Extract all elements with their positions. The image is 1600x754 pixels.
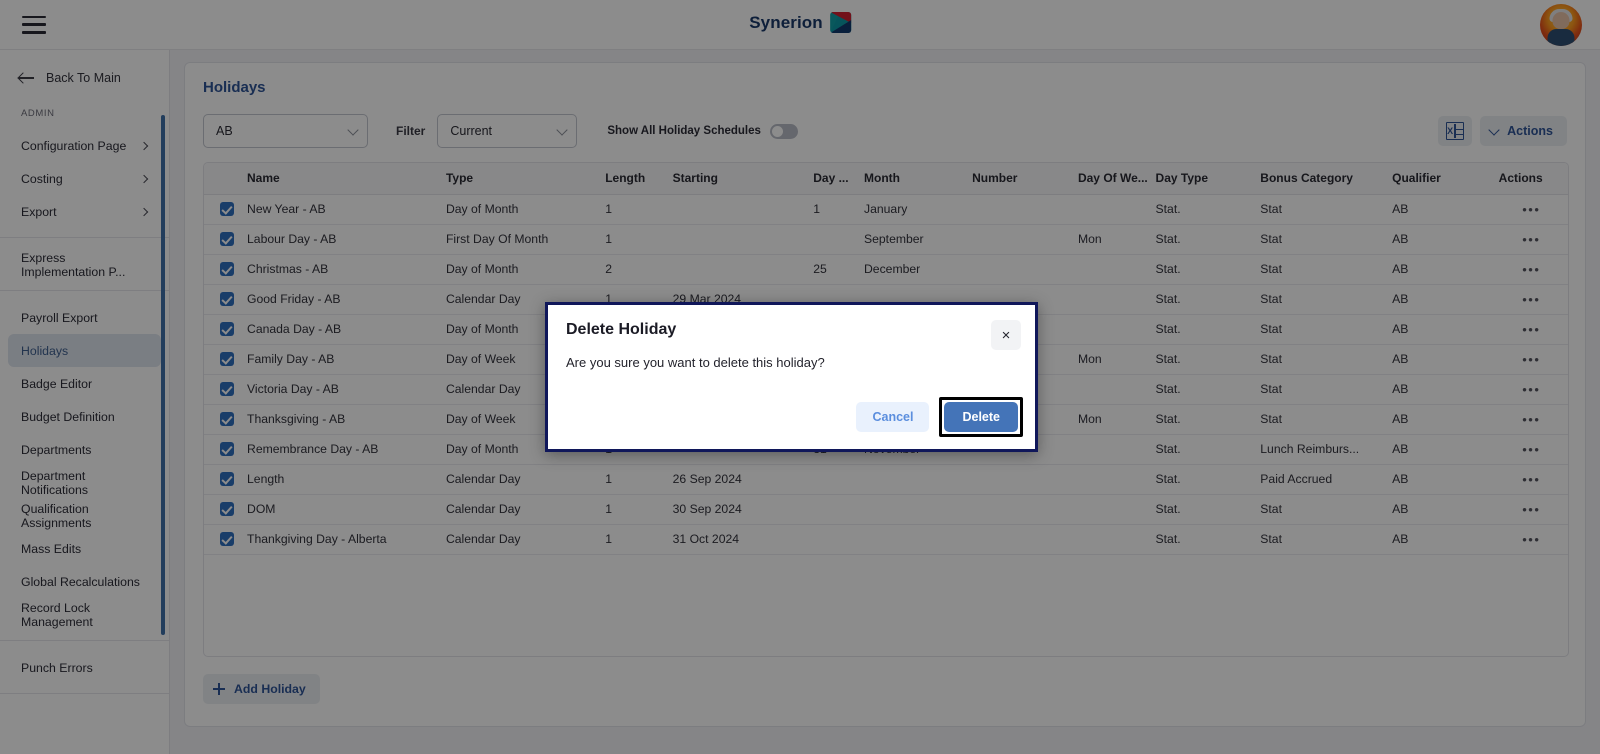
delete-button[interactable]: Delete bbox=[944, 402, 1018, 432]
app-root: Synerion Back To Main ADMIN Configuratio… bbox=[0, 0, 1600, 754]
cancel-button[interactable]: Cancel bbox=[856, 402, 930, 432]
modal-message: Are you sure you want to delete this hol… bbox=[566, 355, 825, 370]
modal-title: Delete Holiday bbox=[566, 321, 677, 338]
close-icon[interactable]: × bbox=[991, 320, 1021, 350]
delete-holiday-modal: Delete Holiday × Are you sure you want t… bbox=[545, 302, 1038, 452]
modal-footer: Cancel Delete bbox=[856, 397, 1023, 437]
delete-button-focus-ring: Delete bbox=[939, 397, 1023, 437]
